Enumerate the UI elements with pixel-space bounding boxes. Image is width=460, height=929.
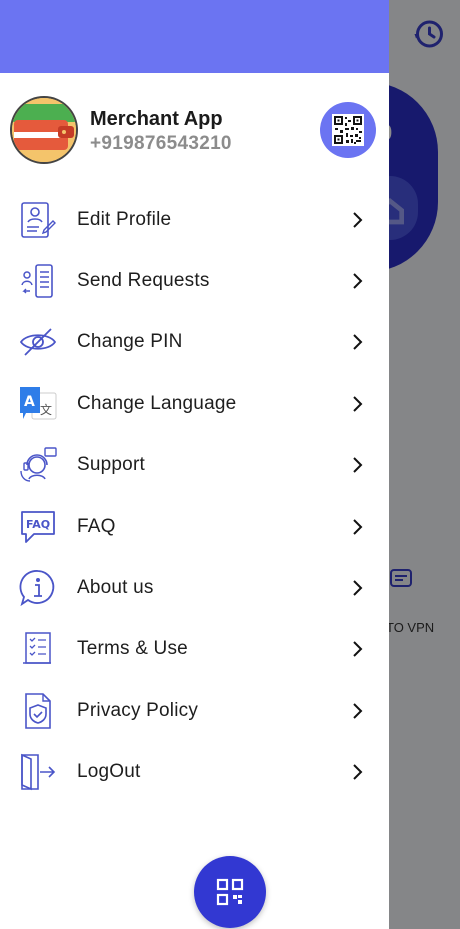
edit-profile-icon [21,201,56,238]
send-requests-icon [21,264,53,298]
privacy-shield-icon [25,693,51,729]
profile-avatar[interactable] [12,98,76,162]
qr-code-icon [332,114,364,146]
menu-item-label: Send Requests [77,270,210,292]
menu-item-about-us[interactable]: About us [0,557,389,618]
chevron-right-icon [353,457,363,473]
svg-text:A: A [24,394,35,410]
chevron-right-icon [353,396,363,412]
profile-phone: +919876543210 [90,133,232,154]
qr-scan-icon [216,878,244,906]
scan-qr-fab[interactable] [194,856,266,928]
menu-item-faq[interactable]: FAQ FAQ [0,496,389,557]
logout-icon [21,753,56,791]
eye-slash-icon [19,328,57,357]
faq-icon: FAQ [21,510,55,543]
menu-item-label: About us [77,577,154,599]
menu-item-label: Privacy Policy [77,699,199,721]
chevron-right-icon [353,211,363,228]
info-icon [19,570,55,607]
chevron-right-icon [353,334,363,351]
drawer-header [0,0,389,73]
menu-item-edit-profile[interactable]: Edit Profile [0,189,389,250]
menu-item-label: Edit Profile [77,208,172,230]
chevron-right-icon [353,518,363,535]
chevron-right-icon [353,641,363,658]
terms-document-icon [23,632,51,665]
chevron-right-icon [353,580,363,596]
menu-item-send-requests[interactable]: Send Requests [0,250,389,311]
menu-item-label: FAQ [77,515,116,537]
chevron-right-icon [353,703,363,719]
support-agent-icon [20,447,57,482]
menu-item-logout[interactable]: LogOut [0,742,389,803]
navigation-drawer: Merchant App +919876543210 Edit Profile … [0,0,389,929]
menu-item-label: Change PIN [77,331,183,353]
svg-text:文: 文 [40,402,52,417]
drawer-menu: Edit Profile Send Requests Change PIN 文 … [0,189,389,803]
menu-item-label: Support [77,454,145,476]
menu-item-privacy-policy[interactable]: Privacy Policy [0,680,389,741]
qr-code-button[interactable] [320,102,376,158]
menu-item-label: Change Language [77,392,237,414]
chevron-right-icon [353,273,363,289]
chevron-right-icon [353,764,363,780]
menu-item-support[interactable]: Support [0,435,389,496]
scrim-overlay[interactable] [389,0,460,929]
menu-item-label: LogOut [77,761,141,783]
translate-icon: 文 A [20,386,57,420]
svg-text:FAQ: FAQ [26,518,50,531]
menu-item-change-pin[interactable]: Change PIN [0,312,389,373]
menu-item-terms-use[interactable]: Terms & Use [0,619,389,680]
menu-item-label: Terms & Use [77,638,188,660]
profile-name: Merchant App [90,108,223,130]
menu-item-change-language[interactable]: 文 A Change Language [0,373,389,434]
